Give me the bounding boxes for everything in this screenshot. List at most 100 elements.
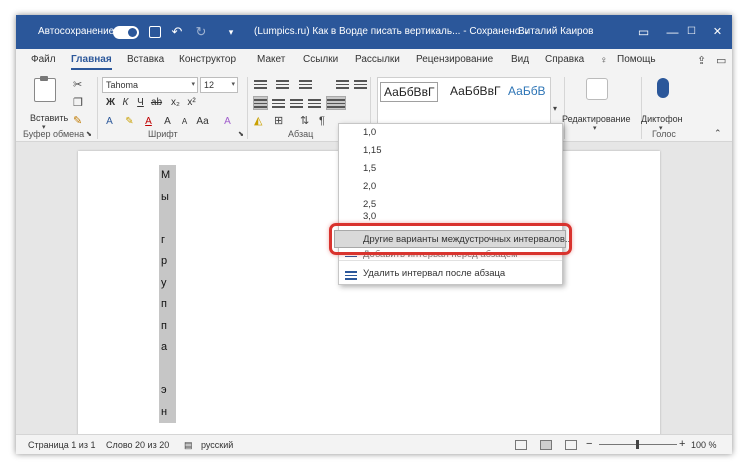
spacing-option-1-15[interactable]: 1,15: [339, 142, 562, 160]
borders-icon[interactable]: ⊞: [274, 115, 283, 127]
style-no-spacing[interactable]: АаБбВвГ: [450, 84, 500, 98]
copy-icon[interactable]: ❐: [73, 97, 83, 109]
font-grow-icon[interactable]: A: [161, 115, 174, 129]
ribbon-display-icon[interactable]: ▭: [629, 18, 658, 46]
vertical-text-column[interactable]: М ы г р у п п а э н: [159, 165, 176, 423]
style-heading-1[interactable]: АаБбВ: [508, 84, 546, 98]
zoom-slider-thumb[interactable]: [636, 440, 639, 449]
zoom-level[interactable]: 100 %: [691, 440, 717, 450]
tab-home[interactable]: Главная: [71, 54, 112, 70]
text-letter: р: [159, 251, 176, 273]
autosave-toggle[interactable]: [113, 26, 139, 39]
clear-formatting-icon[interactable]: A: [221, 115, 234, 129]
divider: [97, 77, 98, 139]
italic-button[interactable]: К: [119, 96, 132, 110]
text-effects-icon[interactable]: A: [103, 115, 116, 129]
font-name-select[interactable]: Tahoma ▾: [102, 77, 198, 93]
align-center-icon[interactable]: [272, 97, 285, 109]
tab-design[interactable]: Конструктор: [179, 54, 236, 65]
bold-button[interactable]: Ж: [104, 96, 117, 110]
language-label[interactable]: русский: [201, 440, 233, 450]
page-count[interactable]: Страница 1 из 1: [28, 440, 95, 450]
word-count[interactable]: Слово 20 из 20: [106, 440, 169, 450]
save-icon[interactable]: [149, 26, 161, 38]
style-normal[interactable]: АаБбВвГ: [380, 82, 439, 102]
align-left-icon[interactable]: [253, 96, 268, 110]
read-mode-icon[interactable]: [515, 440, 527, 450]
decrease-indent-icon[interactable]: [336, 78, 349, 90]
tab-layout[interactable]: Макет: [257, 54, 285, 65]
tab-tell-me[interactable]: Помощь: [617, 54, 656, 65]
spacing-option-1-0[interactable]: 1,0: [339, 124, 562, 142]
text-letter: ы: [159, 186, 176, 208]
sort-icon[interactable]: ⇅: [300, 115, 309, 127]
share-icon[interactable]: ⇪: [697, 55, 706, 67]
text-letter: а: [159, 337, 176, 359]
editing-chevron-icon[interactable]: ▾: [593, 123, 597, 135]
customize-toolbar-icon[interactable]: ▾: [223, 24, 239, 40]
show-formatting-icon[interactable]: ¶: [319, 115, 325, 127]
subscript-button[interactable]: x₂: [169, 96, 182, 110]
increase-indent-icon[interactable]: [354, 78, 367, 90]
ribbon-tabs: Файл Главная Вставка Конструктор Макет С…: [16, 49, 732, 73]
collapse-ribbon-icon[interactable]: ⌃: [714, 127, 722, 139]
font-size-select[interactable]: 12 ▾: [200, 77, 238, 93]
multilevel-list-icon[interactable]: [299, 78, 312, 90]
cut-icon[interactable]: ✂: [73, 79, 82, 91]
proofing-icon[interactable]: ▤: [184, 440, 193, 451]
close-button[interactable]: ✕: [703, 18, 732, 46]
redo-icon[interactable]: ↻: [193, 24, 209, 40]
format-painter-icon[interactable]: ✎: [73, 115, 82, 127]
tab-file[interactable]: Файл: [31, 54, 56, 65]
line-spacing-icon[interactable]: [326, 96, 346, 110]
clipboard-icon[interactable]: [34, 76, 56, 102]
spacing-option-1-5[interactable]: 1,5: [339, 160, 562, 178]
tab-mailings[interactable]: Рассылки: [355, 54, 400, 65]
clipboard-launcher-icon[interactable]: ⬊: [86, 129, 92, 141]
maximize-button[interactable]: ☐: [677, 18, 706, 46]
microphone-icon[interactable]: [657, 78, 669, 98]
align-right-icon[interactable]: [290, 97, 303, 109]
tab-insert[interactable]: Вставка: [127, 54, 164, 65]
word-window: Автосохранение ↶ ↻ ▾ (Lumpics.ru) Как в …: [16, 15, 732, 454]
tab-review[interactable]: Рецензирование: [416, 54, 493, 65]
text-letter: э: [159, 380, 176, 402]
shading-icon[interactable]: ◭: [254, 115, 262, 127]
zoom-out-icon[interactable]: −: [586, 438, 592, 450]
superscript-button[interactable]: x²: [185, 96, 198, 110]
underline-button[interactable]: Ч: [134, 96, 147, 110]
remove-space-after-paragraph[interactable]: Удалить интервал после абзаца: [339, 265, 562, 283]
user-name[interactable]: Виталий Каиров: [518, 26, 593, 37]
comments-icon[interactable]: ▭: [716, 55, 726, 67]
text-letter: п: [159, 294, 176, 316]
tab-view[interactable]: Вид: [511, 54, 529, 65]
print-layout-icon[interactable]: [540, 440, 552, 450]
zoom-in-icon[interactable]: +: [679, 438, 685, 450]
numbering-icon[interactable]: [276, 78, 289, 90]
font-launcher-icon[interactable]: ⬊: [238, 129, 244, 141]
tab-references[interactable]: Ссылки: [303, 54, 338, 65]
lightbulb-icon: ♀: [600, 55, 608, 66]
document-title[interactable]: (Lumpics.ru) Как в Ворде писать вертикал…: [254, 26, 530, 37]
divider: [641, 77, 642, 139]
bullets-icon[interactable]: [254, 78, 267, 90]
autosave-label: Автосохранение: [38, 26, 115, 37]
font-shrink-icon[interactable]: A: [178, 115, 191, 129]
search-icon[interactable]: [586, 78, 608, 100]
spacing-option-3-0[interactable]: 3,0: [339, 212, 562, 222]
spacing-option-2-0[interactable]: 2,0: [339, 178, 562, 196]
clipboard-group-label: Буфер обмена: [23, 129, 85, 139]
undo-icon[interactable]: ↶: [169, 24, 185, 40]
justify-icon[interactable]: [308, 97, 321, 109]
font-color-icon[interactable]: A: [142, 115, 155, 129]
paste-button[interactable]: Вставить: [30, 113, 68, 123]
web-layout-icon[interactable]: [565, 440, 577, 450]
voice-group-label: Голос: [652, 129, 676, 139]
change-case-icon[interactable]: Аа: [196, 115, 209, 129]
highlight-icon[interactable]: ✎: [123, 115, 136, 129]
styles-more-icon[interactable]: ▾: [553, 103, 557, 115]
tab-help[interactable]: Справка: [545, 54, 584, 65]
status-bar: Страница 1 из 1 Слово 20 из 20 ▤ русский…: [16, 434, 732, 454]
strikethrough-button[interactable]: ab: [150, 96, 163, 110]
divider: [247, 77, 248, 139]
